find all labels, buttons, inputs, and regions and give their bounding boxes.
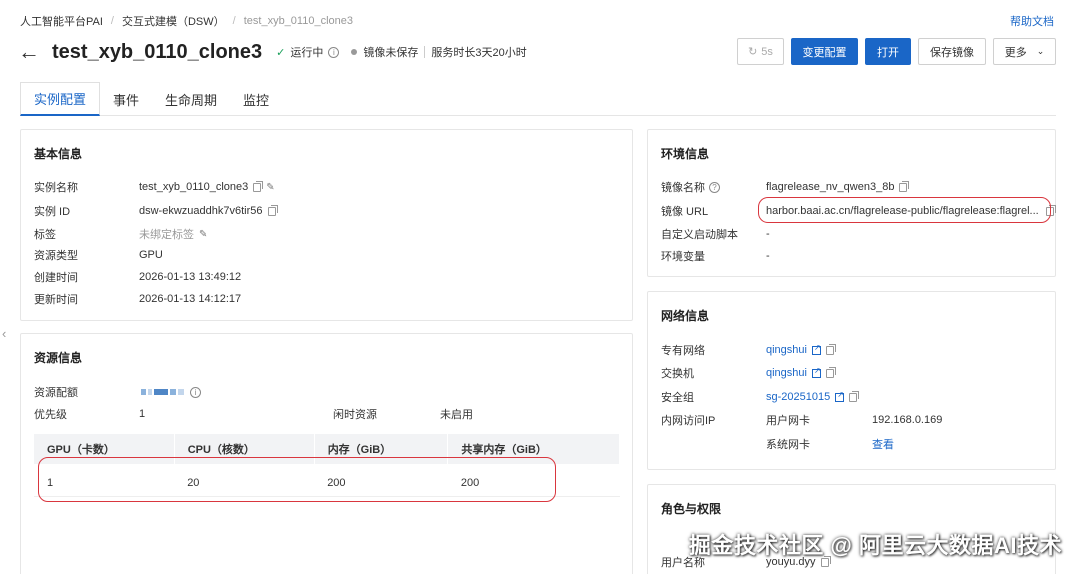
back-arrow-icon[interactable]: ← (18, 41, 40, 63)
help-docs-link[interactable]: 帮助文档 (1010, 13, 1054, 29)
field-vswitch: 交换机 qingshui (661, 365, 836, 381)
field-created-time: 创建时间 2026-01-13 13:49:12 (34, 271, 242, 284)
highlight-box (758, 197, 1051, 223)
resource-info-card: 资源信息 资源配额 i 优先级 1 闲时资源 未启用 GPU（卡数） CPU（核… (20, 333, 633, 574)
field-env-vars: 环境变量 - (661, 250, 770, 263)
breadcrumb-item-pai[interactable]: 人工智能平台PAI (20, 13, 103, 29)
chevron-down-icon: ⌄ (1036, 46, 1045, 56)
field-updated-time: 更新时间 2026-01-13 14:12:17 (34, 293, 242, 306)
external-link-icon[interactable] (811, 366, 821, 378)
field-resource-type: 资源类型 GPU (34, 249, 163, 262)
tab-events[interactable]: 事件 (100, 82, 152, 116)
field-instance-name: 实例名称 test_xyb_0110_clone3 ✎ (34, 180, 275, 194)
help-icon[interactable]: ? (709, 181, 720, 193)
collapse-left-icon[interactable]: ‹ (2, 326, 6, 341)
running-status: ✓ 运行中 i (276, 44, 340, 60)
env-info-card: 环境信息 镜像名称? flagrelease_nv_qwen3_8b 镜像 UR… (647, 129, 1056, 277)
copy-icon[interactable] (849, 390, 860, 402)
card-title: 基本信息 (34, 147, 83, 161)
field-system-nic: 系统网卡 查看 (766, 436, 894, 452)
security-group-link[interactable]: sg-20251015 (766, 391, 830, 403)
copy-icon[interactable] (825, 343, 836, 355)
copy-icon[interactable] (825, 366, 836, 378)
tab-bar: 实例配置 事件 生命周期 监控 (20, 82, 1056, 116)
field-security-group: 安全组 sg-20251015 (661, 389, 860, 405)
field-idle-resource: 闲时资源 未启用 (333, 409, 473, 421)
basic-info-card: 基本信息 实例名称 test_xyb_0110_clone3 ✎ 实例 ID ds… (20, 129, 633, 321)
refresh-icon: ↻ (748, 46, 758, 58)
service-duration: 服务时长3天20小时 (431, 47, 527, 59)
page-title: test_xyb_0110_clone3 (52, 40, 263, 63)
breadcrumb-item-dsw[interactable]: 交互式建模（DSW） (122, 13, 225, 29)
external-link-icon[interactable] (835, 390, 845, 402)
field-image-name: 镜像名称? flagrelease_nv_qwen3_8b (661, 179, 910, 195)
field-startup-script: 自定义启动脚本 - (661, 228, 770, 241)
divider (424, 46, 426, 58)
field-instance-id: 实例 ID dsw-ekwzuaddhk7v6tir56 (34, 203, 278, 219)
copy-icon[interactable] (253, 180, 264, 192)
tab-monitoring[interactable]: 监控 (230, 82, 282, 116)
copy-icon[interactable] (899, 180, 910, 192)
image-status: 镜像未保存 (363, 47, 419, 59)
watermark: 掘金技术社区 @ 阿里云大数据AI技术 (688, 533, 1062, 558)
more-button[interactable]: 更多 ⌄ (993, 38, 1056, 65)
field-vpc: 专有网络 qingshui (661, 342, 836, 358)
vpc-link[interactable]: qingshui (766, 344, 807, 356)
card-title: 资源信息 (34, 351, 83, 365)
card-title: 角色与权限 (661, 502, 722, 516)
field-internal-ip: 内网访问IP 用户网卡 192.168.0.169 (661, 414, 943, 427)
field-tags: 标签 未绑定标签 ✎ (34, 228, 208, 242)
tab-lifecycle[interactable]: 生命周期 (152, 82, 230, 116)
network-info-card: 网络信息 专有网络 qingshui 交换机 qingshui 安全组 sg-2… (647, 291, 1056, 470)
save-image-button[interactable]: 保存镜像 (918, 38, 986, 65)
external-link-icon[interactable] (811, 343, 821, 355)
field-resource-quota: 资源配额 i (34, 384, 201, 400)
edit-icon[interactable]: ✎ (199, 229, 207, 240)
field-priority: 优先级 1 (34, 408, 146, 421)
breadcrumb-separator: / (110, 15, 114, 27)
edit-icon[interactable]: ✎ (266, 182, 274, 193)
refresh-button[interactable]: ↻ 5s (737, 38, 784, 65)
copy-icon[interactable] (267, 204, 278, 216)
info-icon[interactable]: i (190, 386, 201, 398)
vswitch-link[interactable]: qingshui (766, 367, 807, 379)
change-config-button[interactable]: 变更配置 (791, 38, 858, 65)
view-system-nic-link[interactable]: 查看 (872, 436, 894, 452)
card-title: 网络信息 (661, 309, 710, 323)
status-text: 运行中 (290, 47, 324, 59)
tab-instance-config[interactable]: 实例配置 (20, 82, 101, 116)
status-dot-icon (351, 49, 358, 55)
info-icon[interactable]: i (328, 46, 340, 58)
breadcrumb: 人工智能平台PAI / 交互式建模（DSW） / test_xyb_0110_c… (20, 13, 353, 29)
quota-redacted-value (141, 389, 184, 395)
breadcrumb-separator: / (232, 15, 236, 27)
breadcrumb-item-current: test_xyb_0110_clone3 (243, 15, 353, 27)
open-button[interactable]: 打开 (865, 38, 911, 65)
check-icon: ✓ (276, 46, 286, 59)
title-bar: ← test_xyb_0110_clone3 ✓ 运行中 i 镜像未保存 服务时… (18, 38, 527, 66)
card-title: 环境信息 (661, 147, 710, 161)
highlight-box (38, 457, 556, 502)
